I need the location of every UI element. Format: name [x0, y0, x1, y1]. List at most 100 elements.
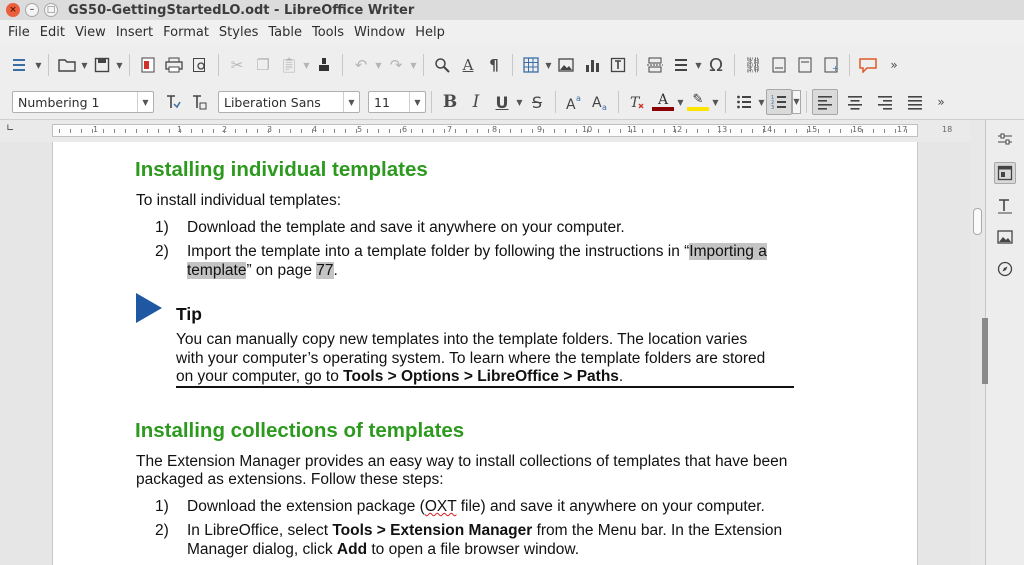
print-preview-icon[interactable]: [187, 52, 213, 78]
paste-dropdown-icon[interactable]: ▼: [302, 61, 311, 70]
insert-special-character-icon[interactable]: Ω: [703, 52, 729, 78]
toolbar-overflow-icon[interactable]: »: [928, 89, 954, 115]
find-replace-icon[interactable]: [429, 52, 455, 78]
menu-table[interactable]: Table: [263, 25, 307, 40]
ruler-number: 8: [492, 125, 498, 134]
sidebar-settings-icon[interactable]: [994, 128, 1016, 150]
sidebar-toggle-icon[interactable]: [8, 52, 34, 78]
update-style-icon[interactable]: [160, 89, 186, 115]
formatting-marks-icon[interactable]: ¶: [481, 52, 507, 78]
highlight-glyph: ✎: [692, 92, 704, 107]
font-color-dropdown-icon[interactable]: ▼: [676, 98, 685, 107]
maximize-window-button[interactable]: □: [44, 3, 58, 17]
open-folder-icon[interactable]: [54, 52, 80, 78]
chevron-down-icon[interactable]: ▼: [137, 92, 153, 112]
justify-icon[interactable]: [902, 89, 928, 115]
highlight-color-icon[interactable]: ✎: [685, 89, 711, 115]
insert-hyperlink-icon[interactable]: ⛓: [740, 52, 766, 78]
print-icon[interactable]: [161, 52, 187, 78]
horizontal-ruler[interactable]: 1123456789101112131415161718: [52, 124, 952, 137]
highlight-dropdown-icon[interactable]: ▼: [711, 98, 720, 107]
sidebar-properties-icon[interactable]: [994, 162, 1016, 184]
menu-file[interactable]: File: [3, 25, 35, 40]
undo-icon[interactable]: ↶: [348, 52, 374, 78]
strikethrough-button[interactable]: S: [524, 89, 550, 115]
insert-comment-icon[interactable]: [855, 52, 881, 78]
redo-dropdown-icon[interactable]: ▼: [409, 61, 418, 70]
page-reference-field[interactable]: 77: [316, 262, 334, 279]
sidebar-styles-icon[interactable]: [994, 195, 1016, 217]
ordered-list-dropdown-icon[interactable]: ▼: [792, 90, 801, 114]
spelling-error-word[interactable]: OXT: [425, 498, 457, 515]
clone-formatting-icon[interactable]: [311, 52, 337, 78]
new-style-icon[interactable]: [186, 89, 212, 115]
save-dropdown-icon[interactable]: ▼: [115, 61, 124, 70]
chevron-down-icon[interactable]: ▼: [343, 92, 359, 112]
copy-icon[interactable]: ❐: [250, 52, 276, 78]
cut-icon[interactable]: ✂: [224, 52, 250, 78]
underline-dropdown-icon[interactable]: ▼: [515, 98, 524, 107]
menu-edit[interactable]: Edit: [35, 25, 70, 40]
toolbar-overflow-icon[interactable]: »: [881, 52, 907, 78]
open-dropdown-icon[interactable]: ▼: [80, 61, 89, 70]
italic-button[interactable]: I: [463, 89, 489, 115]
insert-text-box-icon[interactable]: [605, 52, 631, 78]
spelling-icon[interactable]: A: [455, 52, 481, 78]
paragraph-intro-2: packaged as extensions. Follow these ste…: [136, 471, 444, 488]
cross-reference-link[interactable]: Importing a: [689, 243, 767, 260]
sidebar-resize-handle[interactable]: [982, 318, 988, 384]
insert-bookmark-icon[interactable]: +: [818, 52, 844, 78]
clear-formatting-icon[interactable]: T: [624, 89, 650, 115]
subscript-icon[interactable]: Aa: [587, 89, 613, 115]
insert-footnote-icon[interactable]: [766, 52, 792, 78]
unordered-list-dropdown-icon[interactable]: ▼: [757, 98, 766, 107]
insert-image-icon[interactable]: [553, 52, 579, 78]
list-item-text: Download the extension package (: [187, 498, 425, 515]
cross-reference-link[interactable]: template: [187, 262, 247, 279]
save-icon[interactable]: [89, 52, 115, 78]
align-right-icon[interactable]: [872, 89, 898, 115]
font-name-select[interactable]: Liberation Sans ▼: [218, 91, 360, 113]
ruler-tick: [576, 129, 577, 133]
bold-button[interactable]: B: [437, 89, 463, 115]
redo-icon[interactable]: ↷: [383, 52, 409, 78]
insert-endnote-icon[interactable]: [792, 52, 818, 78]
align-center-icon[interactable]: [842, 89, 868, 115]
paste-icon[interactable]: 📋︎: [276, 52, 302, 78]
scrollbar-thumb[interactable]: [973, 208, 982, 235]
close-window-button[interactable]: ×: [6, 3, 20, 17]
insert-page-break-icon[interactable]: [642, 52, 668, 78]
insert-field-icon[interactable]: [668, 52, 694, 78]
menu-insert[interactable]: Insert: [111, 25, 158, 40]
menu-tools[interactable]: Tools: [307, 25, 349, 40]
ordered-list-icon[interactable]: 123: [766, 89, 792, 115]
menu-styles[interactable]: Styles: [214, 25, 263, 40]
new-dropdown-icon[interactable]: ▼: [34, 61, 43, 70]
export-pdf-icon[interactable]: [135, 52, 161, 78]
menu-format[interactable]: Format: [158, 25, 214, 40]
sidebar-navigator-icon[interactable]: [994, 258, 1016, 280]
ruler-tick: [906, 129, 907, 133]
paragraph-style-select[interactable]: Numbering 1 ▼: [12, 91, 154, 113]
insert-chart-icon[interactable]: [579, 52, 605, 78]
menu-window[interactable]: Window: [349, 25, 410, 40]
ruler-tick: [532, 129, 533, 133]
table-dropdown-icon[interactable]: ▼: [544, 61, 553, 70]
unordered-list-icon[interactable]: [731, 89, 757, 115]
highlight-color-swatch: [687, 107, 709, 111]
chevron-down-icon[interactable]: ▼: [409, 92, 425, 112]
superscript-icon[interactable]: Aa: [561, 89, 587, 115]
tab-type-icon[interactable]: ∟: [6, 123, 14, 134]
field-dropdown-icon[interactable]: ▼: [694, 61, 703, 70]
minimize-window-button[interactable]: –: [25, 3, 39, 17]
underline-button[interactable]: U: [489, 89, 515, 115]
menu-view[interactable]: View: [70, 25, 111, 40]
undo-dropdown-icon[interactable]: ▼: [374, 61, 383, 70]
menu-help[interactable]: Help: [410, 25, 450, 40]
insert-table-icon[interactable]: [518, 52, 544, 78]
list-number: 1): [155, 498, 169, 515]
font-size-select[interactable]: 11 ▼: [368, 91, 426, 113]
align-left-icon[interactable]: [812, 89, 838, 115]
sidebar-gallery-icon[interactable]: [994, 226, 1016, 248]
font-color-icon[interactable]: A: [650, 89, 676, 115]
